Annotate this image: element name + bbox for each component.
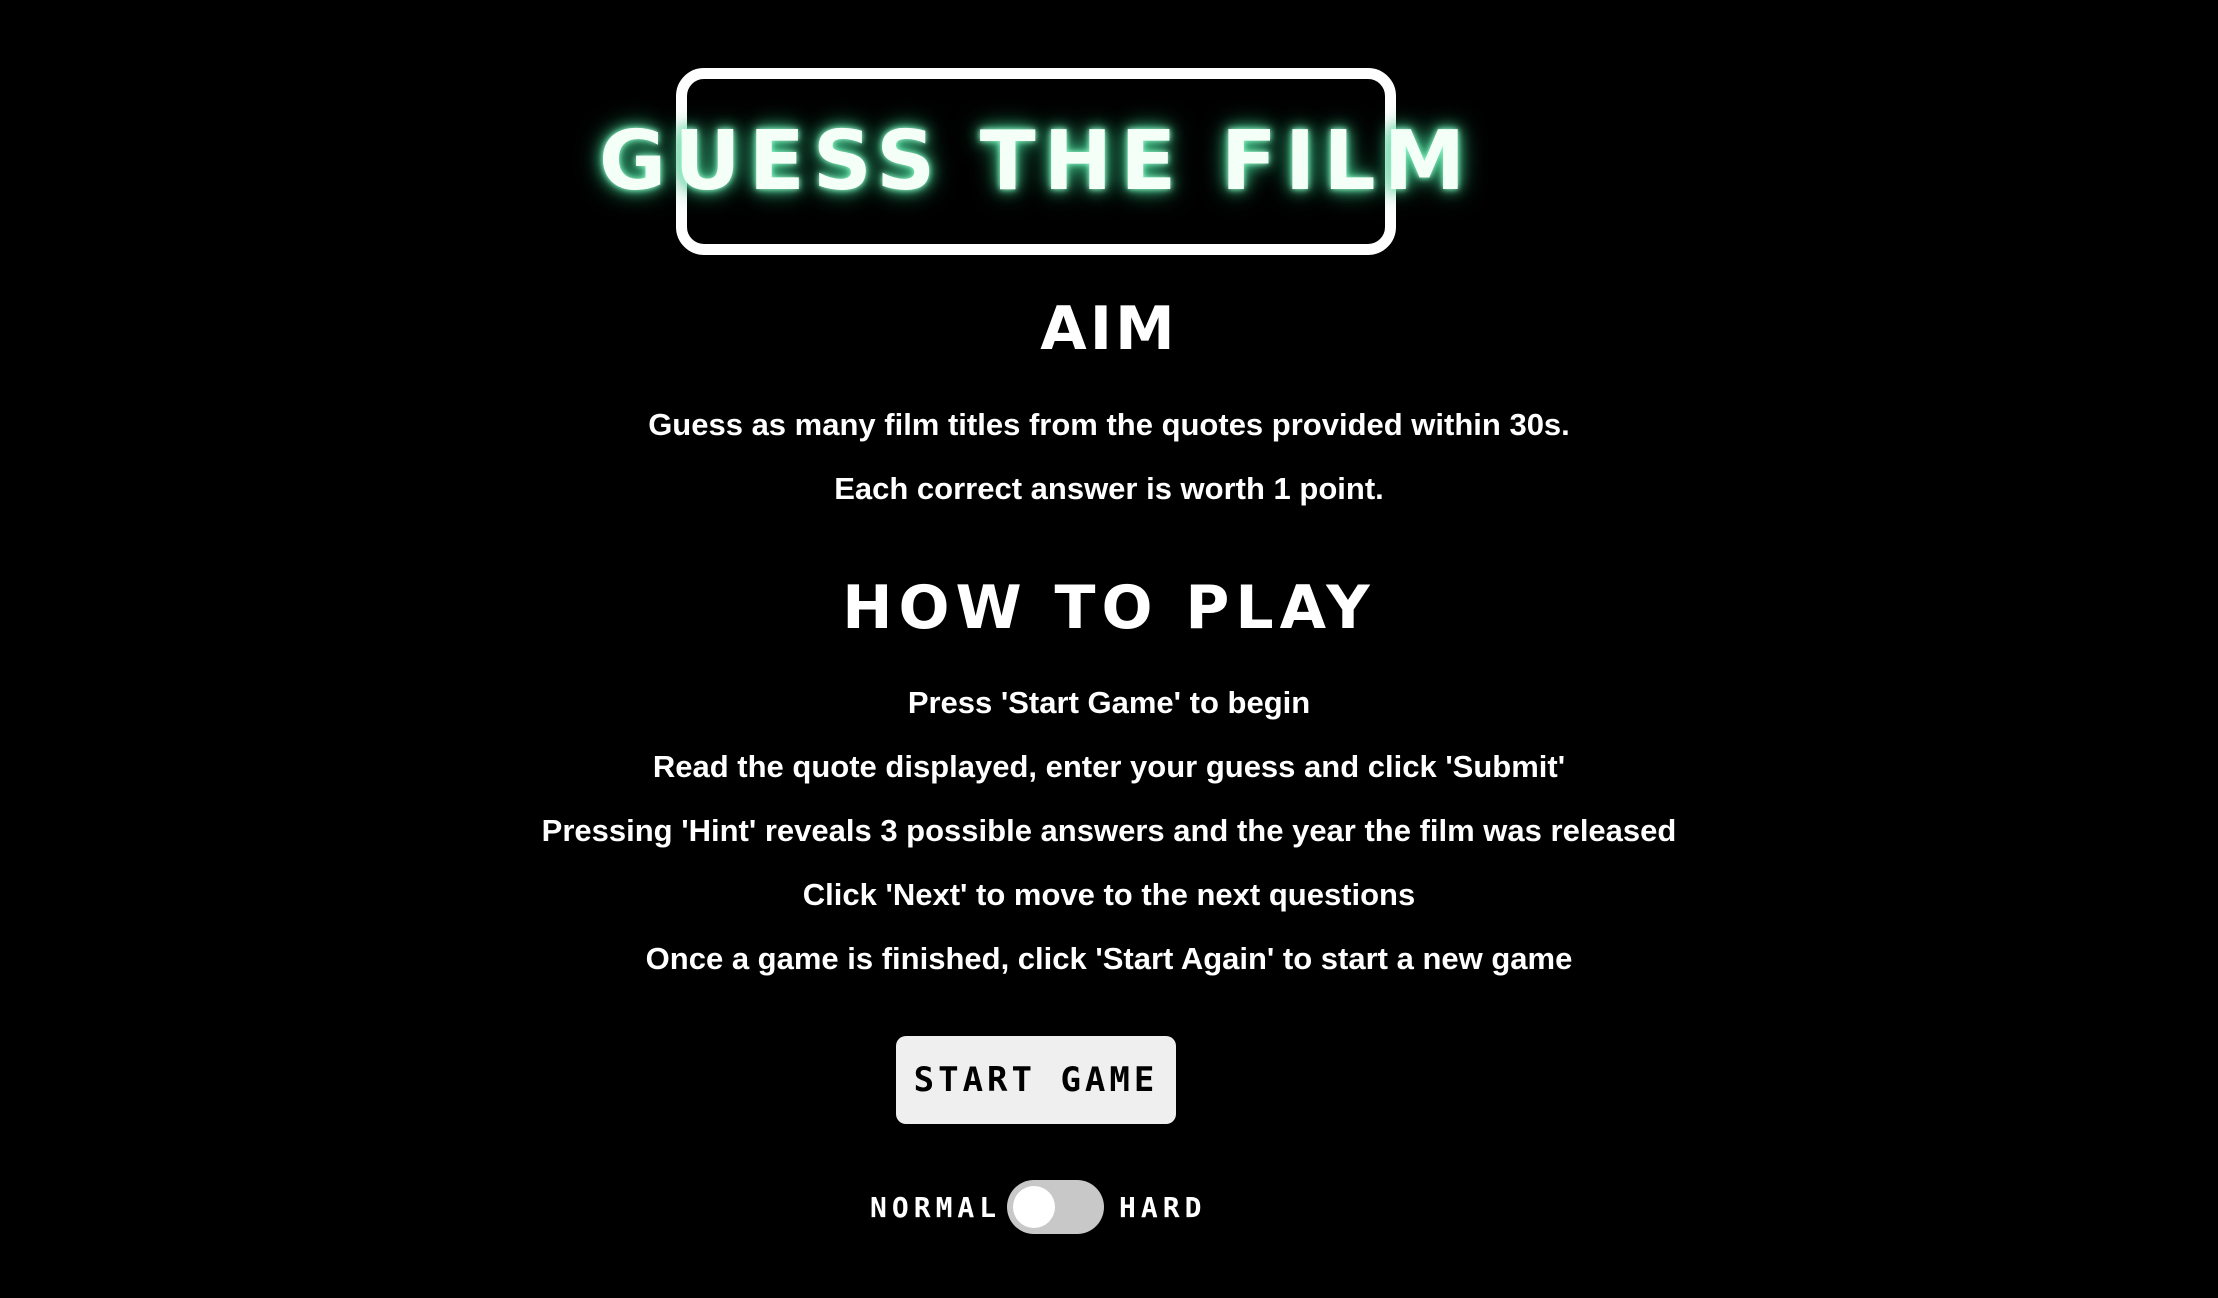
difficulty-normal-label: NORMAL (870, 1191, 1002, 1224)
how-to-play-step-5: Once a game is finished, click 'Start Ag… (645, 941, 1573, 976)
start-game-button[interactable]: START GAME (896, 1036, 1176, 1124)
difficulty-switch[interactable] (1007, 1180, 1104, 1234)
how-to-play-step-4: Click 'Next' to move to the next questio… (802, 877, 1416, 912)
title-banner: GUESS THE FILM (599, 68, 1465, 255)
how-to-play-heading: HOW TO PLAY (842, 573, 1376, 643)
how-to-play-step-2: Read the quote displayed, enter your gue… (652, 749, 1566, 784)
how-to-play-step-3: Pressing 'Hint' reveals 3 possible answe… (541, 813, 1677, 848)
how-to-play-step-1: Press 'Start Game' to begin (907, 685, 1311, 720)
page-title: GUESS THE FILM (598, 113, 1474, 209)
difficulty-hard-label: HARD (1119, 1191, 1207, 1224)
aim-line-1: Guess as many film titles from the quote… (648, 407, 1570, 442)
difficulty-switch-knob (1013, 1186, 1055, 1228)
difficulty-toggle: NORMAL HARD (0, 1180, 2218, 1235)
aim-heading: AIM (1040, 294, 1178, 364)
aim-line-2: Each correct answer is worth 1 point. (834, 471, 1384, 506)
game-intro-page: GUESS THE FILM AIM Guess as many film ti… (0, 0, 2218, 1298)
